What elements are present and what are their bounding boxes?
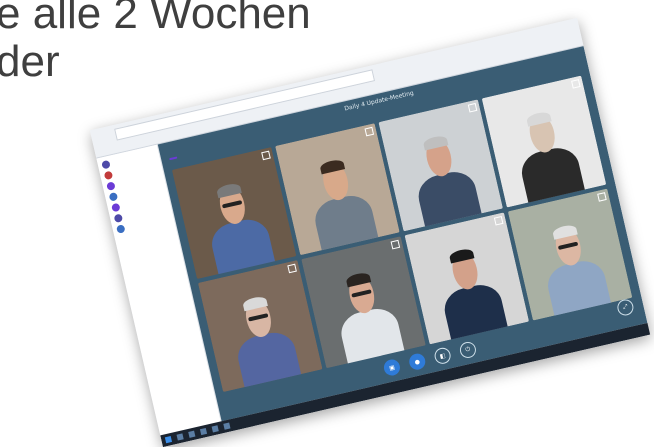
participant-video-tile[interactable]: [275, 123, 400, 256]
slide-heading-line-1: e alle 2 Wochen: [0, 0, 311, 38]
taskbar-app-icon[interactable]: [199, 427, 208, 436]
participant-video-tile[interactable]: [404, 212, 530, 345]
screenshot-frame: Daily 4 Update-Meeting ▣ ● ◧ ⏻ ⤢: [89, 17, 651, 447]
camera-icon: ▣: [388, 363, 396, 372]
participant-video-tile[interactable]: [378, 99, 504, 232]
participant-video-tile[interactable]: [507, 188, 633, 321]
avatar: [108, 192, 119, 202]
avatar: [101, 159, 111, 170]
avatar: [106, 181, 116, 191]
avatar: [113, 213, 124, 224]
camera-button[interactable]: ▣: [382, 357, 402, 378]
bookmark[interactable]: [148, 133, 150, 143]
fullscreen-button[interactable]: ⤢: [615, 297, 636, 318]
fullscreen-icon: ⤢: [622, 303, 629, 311]
live-badge[interactable]: [169, 156, 178, 161]
taskbar-app-icon[interactable]: [223, 422, 231, 430]
taskbar-app-icon[interactable]: [176, 433, 184, 441]
taskbar-app-icon[interactable]: [211, 425, 219, 433]
participant-video-tile[interactable]: [301, 236, 426, 369]
avatar: [116, 224, 126, 234]
microphone-button[interactable]: ●: [407, 352, 427, 372]
microphone-icon: ●: [413, 357, 421, 366]
slide-heading-line-2: der: [0, 37, 60, 86]
screen-share-button[interactable]: ◧: [433, 346, 453, 366]
participant-video-tile[interactable]: [481, 75, 607, 208]
bookmark[interactable]: [140, 135, 142, 145]
taskbar-app-icon[interactable]: [188, 430, 196, 438]
bookmark[interactable]: [125, 139, 127, 149]
avatar: [103, 170, 114, 181]
bookmark[interactable]: [117, 141, 119, 151]
avatar: [111, 202, 121, 213]
bookmark[interactable]: [132, 137, 134, 147]
screen-share-icon: ◧: [439, 351, 447, 360]
participant-video-tile[interactable]: [171, 147, 297, 280]
participant-video-tile[interactable]: [197, 260, 323, 393]
leave-icon: ⏻: [464, 345, 471, 354]
leave-button[interactable]: ⏻: [458, 340, 478, 360]
